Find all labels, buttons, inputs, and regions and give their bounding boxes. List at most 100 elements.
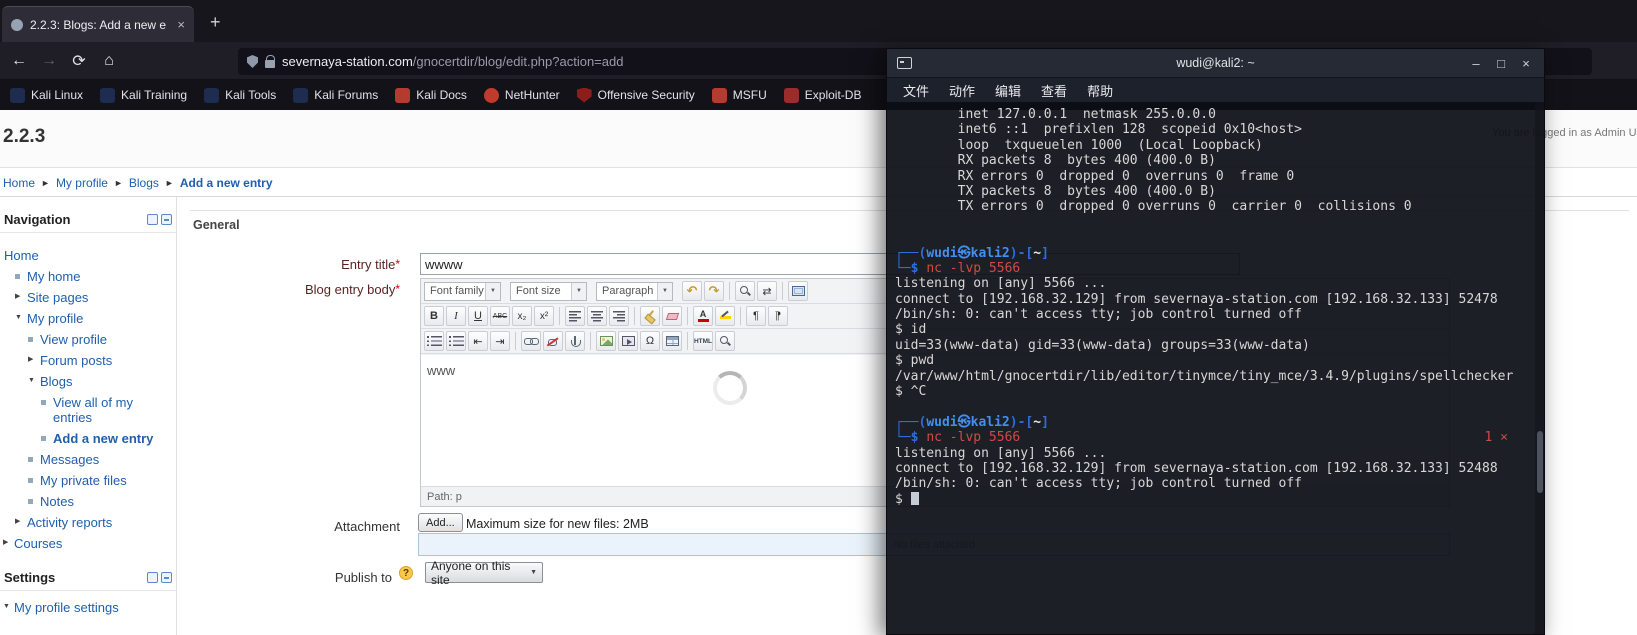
publish-to-select[interactable]: Anyone on this site ▼ bbox=[425, 559, 543, 587]
expander-icon[interactable]: ▶ bbox=[15, 293, 20, 301]
terminal-scrollbar[interactable] bbox=[1535, 102, 1544, 634]
highlight-color-button[interactable] bbox=[715, 306, 735, 326]
nav-item-site-pages[interactable]: ▶ Site pages bbox=[0, 287, 176, 308]
bookmark-exploit-db[interactable]: Exploit-DB bbox=[783, 87, 861, 103]
nav-item-my-profile[interactable]: ▼ My profile bbox=[0, 308, 176, 329]
unlink-button[interactable] bbox=[543, 331, 563, 351]
terminal-menu-查看[interactable]: 查看 bbox=[1033, 79, 1075, 102]
expander-icon[interactable]: ▶ bbox=[15, 518, 20, 526]
settings-item-my-profile-settings[interactable]: ▼ My profile settings bbox=[0, 597, 176, 618]
subscript-button[interactable]: x₂ bbox=[512, 306, 532, 326]
help-icon[interactable]: ? bbox=[399, 566, 413, 580]
cleanup-button[interactable] bbox=[640, 306, 660, 326]
fullscreen-button[interactable] bbox=[788, 281, 808, 301]
lock-icon[interactable] bbox=[265, 54, 275, 68]
link-button[interactable] bbox=[521, 331, 541, 351]
nav-item-messages[interactable]: Messages bbox=[0, 449, 176, 470]
breadcrumb-link-my-profile[interactable]: My profile bbox=[56, 176, 108, 190]
new-tab-button[interactable]: + bbox=[210, 13, 221, 31]
breadcrumb-link-blogs[interactable]: Blogs bbox=[129, 176, 159, 190]
bookmark-kali-docs[interactable]: Kali Docs bbox=[395, 87, 467, 103]
chevron-down-icon[interactable]: ▼ bbox=[571, 282, 586, 300]
terminal-screen[interactable]: inet 127.0.0.1 netmask 255.0.0.0 inet6 :… bbox=[887, 102, 1544, 634]
align-center-button[interactable] bbox=[587, 306, 607, 326]
font-color-button[interactable] bbox=[693, 306, 713, 326]
nav-item-view-profile[interactable]: View profile bbox=[0, 329, 176, 350]
terminal-menu-动作[interactable]: 动作 bbox=[941, 79, 983, 102]
scrollbar-thumb[interactable] bbox=[1537, 431, 1543, 493]
block-dock-icon[interactable] bbox=[147, 214, 158, 225]
nav-item-my-home[interactable]: My home bbox=[0, 266, 176, 287]
bullet-list-button[interactable] bbox=[424, 331, 444, 351]
font-family-select[interactable]: Font family ▼ bbox=[424, 281, 501, 301]
outdent-button[interactable]: ⇤ bbox=[468, 331, 488, 351]
superscript-button[interactable]: x² bbox=[534, 306, 554, 326]
indent-button[interactable]: ⇥ bbox=[490, 331, 510, 351]
ltr-button[interactable]: ¶ bbox=[746, 306, 766, 326]
nav-item-forum-posts[interactable]: ▶ Forum posts bbox=[0, 350, 176, 371]
nav-item-add-a-new-entry[interactable]: Add a new entry bbox=[0, 428, 176, 449]
chevron-down-icon[interactable]: ▼ bbox=[657, 282, 672, 300]
find-replace-button[interactable]: ⇄ bbox=[757, 281, 777, 301]
block-dock-icon[interactable] bbox=[147, 572, 158, 583]
expander-icon[interactable]: ▶ bbox=[28, 356, 33, 364]
terminal-menu-编辑[interactable]: 编辑 bbox=[987, 79, 1029, 102]
nav-item-my-private-files[interactable]: My private files bbox=[0, 470, 176, 491]
font-size-select[interactable]: Font size ▼ bbox=[510, 281, 587, 301]
align-right-button[interactable] bbox=[609, 306, 629, 326]
nav-item-home[interactable]: Home bbox=[0, 245, 176, 266]
bookmark-kali-training[interactable]: Kali Training bbox=[100, 87, 187, 103]
terminal-menu-文件[interactable]: 文件 bbox=[895, 79, 937, 102]
redo-button[interactable]: ↷ bbox=[704, 281, 724, 301]
bookmark-kali-forums[interactable]: Kali Forums bbox=[293, 87, 378, 103]
preview-button[interactable] bbox=[715, 331, 735, 351]
remove-format-button[interactable] bbox=[662, 306, 682, 326]
back-icon[interactable]: ← bbox=[4, 52, 34, 70]
chevron-down-icon[interactable]: ▼ bbox=[485, 282, 500, 300]
home-icon[interactable]: ⌂ bbox=[94, 52, 124, 70]
forward-icon[interactable]: → bbox=[34, 52, 64, 70]
breadcrumb-link-add-a-new-entry[interactable]: Add a new entry bbox=[180, 176, 273, 190]
nav-item-view-all-of-my-entries[interactable]: View all of my entries bbox=[0, 392, 176, 428]
numbered-list-button[interactable] bbox=[446, 331, 466, 351]
nav-item-courses[interactable]: ▶ Courses bbox=[0, 533, 176, 554]
maximize-button[interactable]: □ bbox=[1493, 56, 1509, 71]
close-button[interactable]: × bbox=[1518, 56, 1534, 71]
undo-button[interactable]: ↶ bbox=[682, 281, 702, 301]
bookmark-nethunter[interactable]: NetHunter bbox=[483, 87, 560, 103]
bold-button[interactable]: B bbox=[424, 306, 444, 326]
image-button[interactable] bbox=[596, 331, 616, 351]
expander-icon[interactable]: ▼ bbox=[28, 377, 35, 385]
html-code-button[interactable]: HTML bbox=[693, 331, 713, 351]
expander-icon[interactable]: ▼ bbox=[3, 603, 10, 611]
block-collapse-icon[interactable] bbox=[161, 214, 172, 225]
format-select[interactable]: Paragraph ▼ bbox=[596, 281, 673, 301]
align-left-button[interactable] bbox=[565, 306, 585, 326]
expander-icon[interactable]: ▶ bbox=[3, 539, 8, 547]
block-collapse-icon[interactable] bbox=[161, 572, 172, 583]
search-button[interactable] bbox=[735, 281, 755, 301]
tab-close-icon[interactable]: × bbox=[177, 17, 185, 32]
bookmark-offensive-security[interactable]: Offensive Security bbox=[576, 87, 695, 103]
rtl-button[interactable]: ¶ bbox=[768, 306, 788, 326]
underline-button[interactable]: U bbox=[468, 306, 488, 326]
tracking-shield-icon[interactable] bbox=[247, 55, 258, 68]
browser-tab[interactable]: 2.2.3: Blogs: Add a new e × bbox=[2, 6, 194, 42]
bookmark-msfu[interactable]: MSFU bbox=[711, 87, 767, 103]
media-button[interactable] bbox=[618, 331, 638, 351]
nav-item-blogs[interactable]: ▼ Blogs bbox=[0, 371, 176, 392]
anchor-button[interactable] bbox=[565, 331, 585, 351]
terminal-titlebar[interactable]: wudi@kali2: ~ – □ × bbox=[887, 49, 1544, 78]
expander-icon[interactable]: ▼ bbox=[15, 314, 22, 322]
nav-item-notes[interactable]: Notes bbox=[0, 491, 176, 512]
breadcrumb-link-home[interactable]: Home bbox=[3, 176, 35, 190]
add-file-button[interactable]: Add... bbox=[418, 513, 463, 532]
special-char-button[interactable]: Ω bbox=[640, 331, 660, 351]
bookmark-kali-tools[interactable]: Kali Tools bbox=[204, 87, 276, 103]
strikethrough-button[interactable]: ABC bbox=[490, 306, 510, 326]
bookmark-kali-linux[interactable]: Kali Linux bbox=[10, 87, 83, 103]
reload-icon[interactable]: ⟳ bbox=[64, 51, 94, 71]
nav-item-activity-reports[interactable]: ▶ Activity reports bbox=[0, 512, 176, 533]
italic-button[interactable]: I bbox=[446, 306, 466, 326]
table-button[interactable] bbox=[662, 331, 682, 351]
